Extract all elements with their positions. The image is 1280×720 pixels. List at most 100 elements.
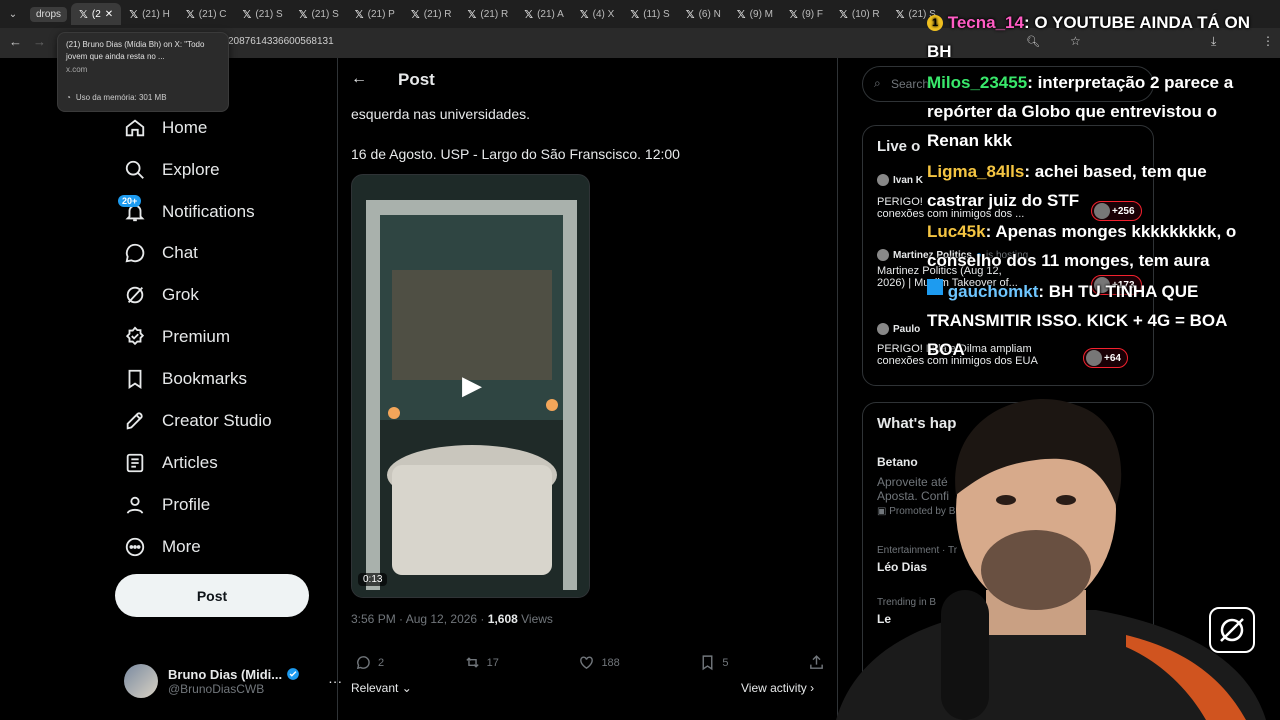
view-activity-label: View activity bbox=[741, 681, 807, 695]
browser-tab[interactable]: 𝕏 (21) S bbox=[235, 3, 291, 25]
live-panel-title: Live o bbox=[877, 138, 921, 155]
search-icon: ⌕ bbox=[874, 76, 881, 90]
tab-close-icon[interactable]: ✕ bbox=[105, 9, 113, 20]
repost-button[interactable]: 17 bbox=[464, 654, 499, 671]
sidebar-item-grok[interactable]: Grok bbox=[124, 284, 199, 306]
post-video[interactable]: ▶ 0:13 bbox=[351, 174, 590, 598]
sidebar-item-articles[interactable]: Articles bbox=[124, 452, 218, 474]
post-meta: 3:56 PM · Aug 12, 2026 · 1,608 Views bbox=[351, 612, 553, 626]
post-timestamp: 3:56 PM · Aug 12, 2026 · bbox=[351, 612, 488, 626]
browser-tab[interactable]: 𝕏 (10) R bbox=[831, 3, 888, 25]
reply-count: 2 bbox=[378, 656, 385, 669]
browser-tab[interactable]: 𝕏 (11) S bbox=[622, 3, 677, 25]
tab-label: (11) S bbox=[643, 8, 670, 20]
bookmark-icon bbox=[702, 655, 713, 671]
live-host-name: Ivan K bbox=[893, 174, 924, 186]
back-arrow-icon[interactable]: ← bbox=[9, 34, 22, 49]
x-logo-icon: 𝕏 bbox=[895, 8, 905, 21]
sidebar-item-creator-studio[interactable]: Creator Studio bbox=[124, 410, 272, 432]
reply-button[interactable]: 2 bbox=[355, 654, 384, 671]
sidebar-item-label: Articles bbox=[162, 453, 218, 472]
notifications-badge: 20+ bbox=[118, 195, 142, 207]
sidebar-item-bookmarks[interactable]: Bookmarks bbox=[124, 368, 247, 390]
sidebar-item-explore[interactable]: Explore bbox=[124, 159, 220, 181]
premium-icon bbox=[125, 326, 145, 346]
tab-search-chevron-icon[interactable]: ⌄ bbox=[0, 9, 26, 20]
sidebar-item-label: Notifications bbox=[162, 202, 255, 221]
play-icon[interactable]: ▶ bbox=[462, 370, 482, 401]
sidebar-item-label: Explore bbox=[162, 160, 220, 179]
browser-tab[interactable]: 𝕏 (21) R bbox=[460, 3, 517, 25]
sidebar-item-home[interactable]: Home bbox=[124, 117, 207, 139]
search-placeholder: Search bbox=[891, 77, 930, 91]
browser-tab-active[interactable]: 𝕏 (2 ✕ bbox=[71, 3, 122, 25]
browser-tab[interactable]: 𝕏 (21) P bbox=[347, 3, 403, 25]
column-divider-left bbox=[337, 58, 338, 720]
view-activity-link[interactable]: View activity › bbox=[741, 681, 814, 695]
chat-username: Tecna_14 bbox=[947, 13, 1024, 32]
like-count: 188 bbox=[601, 656, 620, 669]
x-logo-icon: 𝕏 bbox=[579, 8, 589, 21]
chat-message: Luc45k: Apenas monges kkkkkkkkk, o conse… bbox=[927, 217, 1267, 275]
back-arrow-icon[interactable]: ← bbox=[351, 70, 367, 88]
chat-message: 1 Tecna_14: O YOUTUBE AINDA TÁ ON BH bbox=[927, 8, 1267, 66]
browser-tab[interactable]: 𝕏 (21) S bbox=[291, 3, 347, 25]
browser-tab[interactable]: 𝕏 (21) R bbox=[403, 3, 460, 25]
tooltip-memory: ◔ Uso da memória: 301 MB bbox=[66, 93, 167, 102]
sidebar-item-profile[interactable]: Profile bbox=[124, 494, 210, 516]
forward-arrow-icon[interactable]: → bbox=[33, 34, 46, 49]
x-logo-icon: 𝕏 bbox=[79, 8, 88, 21]
streamer-webcam-image bbox=[836, 399, 1266, 720]
tab-label: (21) A bbox=[537, 8, 564, 20]
chat-username: Milos_23455 bbox=[927, 73, 1028, 92]
reply-icon bbox=[356, 656, 370, 670]
bookmark-button[interactable]: 5 bbox=[699, 654, 728, 671]
chevron-right-icon: › bbox=[806, 681, 815, 695]
account-more-icon[interactable]: ··· bbox=[328, 673, 342, 689]
tab-label: (21) C bbox=[198, 8, 227, 20]
sidebar-item-label: Premium bbox=[162, 327, 231, 346]
tab-label: (21) H bbox=[142, 8, 170, 20]
avatar bbox=[877, 249, 889, 261]
tab-label: (4) X bbox=[592, 8, 615, 20]
share-button[interactable] bbox=[808, 654, 825, 671]
tab-group-drops[interactable]: drops bbox=[30, 6, 68, 22]
home-icon bbox=[125, 119, 145, 137]
tab-label: (21) P bbox=[367, 8, 395, 20]
address-bar[interactable]: 2087614336600568131 bbox=[228, 36, 334, 47]
browser-tab[interactable]: 𝕏 (6) N bbox=[678, 3, 729, 25]
live-host-name: Paulo bbox=[893, 323, 921, 335]
x-logo-icon: 𝕏 bbox=[630, 8, 640, 21]
account-switcher[interactable]: Bruno Dias (Midi... @BrunoDiasCWB ··· bbox=[124, 664, 342, 698]
sidebar-item-chat[interactable]: Chat bbox=[124, 242, 198, 264]
chevron-down-icon: ⌄ bbox=[398, 681, 412, 695]
tab-label: (21) R bbox=[480, 8, 509, 20]
sidebar-item-label: Bookmarks bbox=[162, 369, 248, 388]
chat-icon bbox=[125, 243, 145, 263]
tab-label: (9) M bbox=[749, 8, 774, 20]
browser-tab[interactable]: 𝕏 (4) X bbox=[572, 3, 623, 25]
x-logo-icon: 𝕏 bbox=[685, 8, 695, 21]
browser-tab[interactable]: 𝕏 (9) F bbox=[781, 3, 831, 25]
post-text-line-1: esquerda nas universidades. bbox=[351, 106, 531, 122]
webcam-overlay bbox=[826, 385, 1266, 720]
browser-tab[interactable]: 𝕏 (9) M bbox=[729, 3, 781, 25]
x-logo-icon: 𝕏 bbox=[129, 8, 139, 21]
like-button[interactable]: 188 bbox=[578, 654, 620, 671]
post-button[interactable]: Post bbox=[115, 574, 309, 617]
browser-tab[interactable]: 𝕏 (21) A bbox=[516, 3, 572, 25]
person-icon bbox=[126, 496, 144, 514]
x-logo-icon: 𝕏 bbox=[185, 8, 195, 21]
broadcast-logo-icon bbox=[1209, 607, 1255, 653]
browser-tab[interactable]: 𝕏 (21) C bbox=[178, 3, 235, 25]
browser-tab[interactable]: 𝕏 (21) H bbox=[121, 3, 178, 25]
sidebar-item-more[interactable]: More bbox=[124, 536, 201, 558]
reply-sort-dropdown[interactable]: Relevant ⌄ bbox=[351, 681, 412, 695]
x-logo-icon: 𝕏 bbox=[242, 8, 252, 21]
account-name: Bruno Dias (Midi... bbox=[168, 666, 283, 682]
tab-label: (9) F bbox=[801, 8, 823, 20]
chat-message: Milos_23455: interpretação 2 parece a re… bbox=[927, 68, 1267, 155]
sidebar-item-notifications[interactable]: Notifications bbox=[124, 201, 255, 223]
sidebar-item-premium[interactable]: Premium bbox=[124, 326, 230, 348]
page-title: Post bbox=[398, 70, 435, 89]
